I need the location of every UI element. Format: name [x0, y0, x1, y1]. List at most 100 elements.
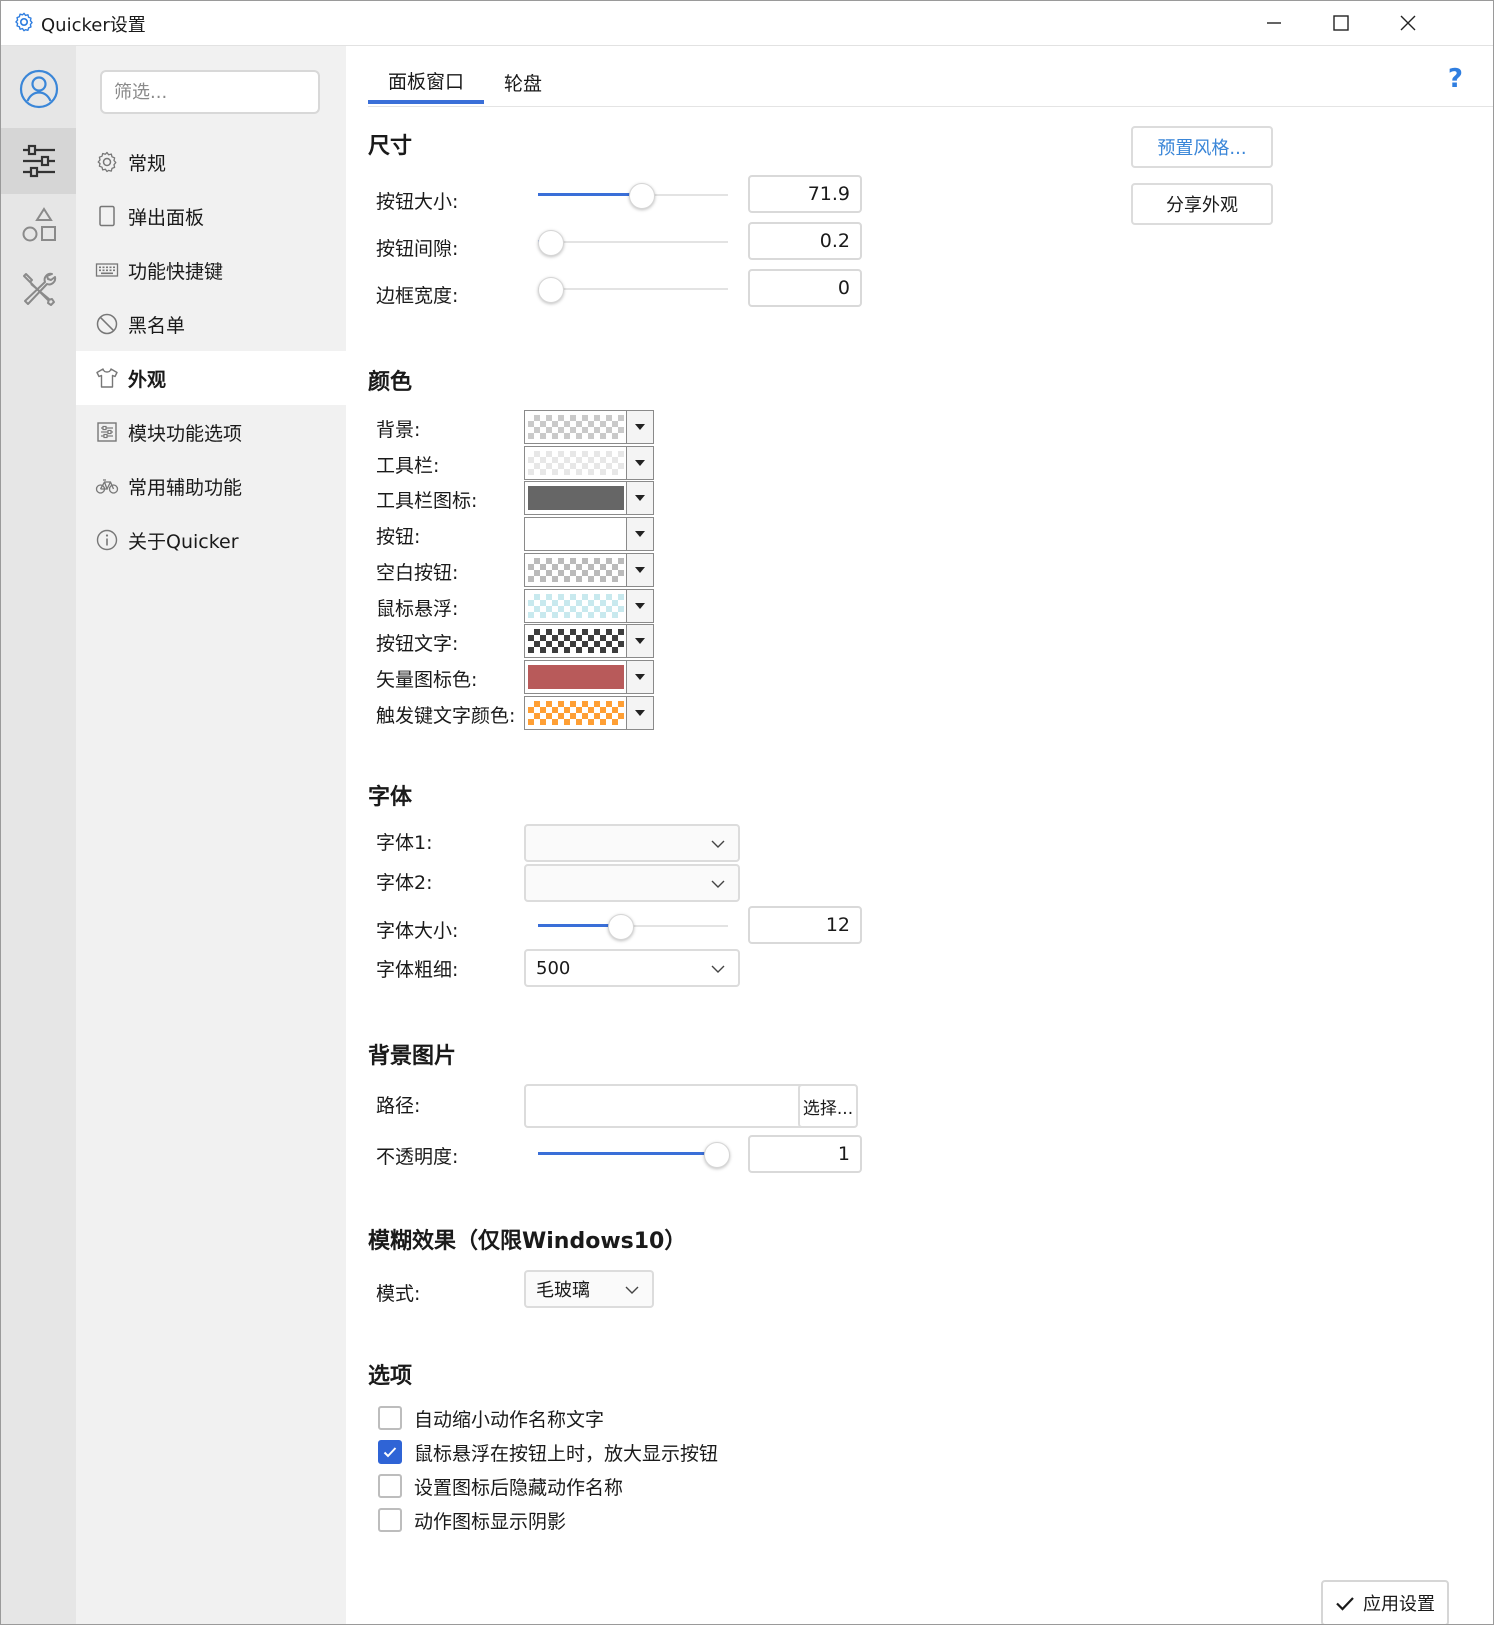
rail-item-account[interactable] — [1, 56, 76, 122]
nav-item-helpers[interactable]: 常用辅助功能 — [76, 459, 346, 513]
checkbox[interactable] — [378, 1440, 402, 1464]
blur-mode-select[interactable]: 毛玻璃 — [524, 1270, 654, 1308]
slider-thumb[interactable] — [538, 277, 564, 303]
opacity-label: 不透明度: — [376, 1146, 459, 1168]
slider-thumb[interactable] — [704, 1142, 730, 1168]
tab-wheel[interactable]: 轮盘 — [484, 60, 562, 104]
color-picker[interactable] — [524, 624, 654, 658]
dropdown-arrow[interactable] — [626, 554, 653, 586]
color-picker[interactable] — [524, 660, 654, 694]
checkbox[interactable] — [378, 1406, 402, 1430]
nav-item-popup-panel[interactable]: 弹出面板 — [76, 189, 346, 243]
color-picker[interactable] — [524, 696, 654, 730]
help-icon[interactable]: ? — [1448, 64, 1463, 94]
color-swatch — [528, 558, 624, 582]
nav-item-label: 弹出面板 — [128, 206, 205, 229]
opacity-field[interactable] — [748, 1135, 862, 1173]
apply-settings-button[interactable]: 应用设置 — [1321, 1580, 1449, 1624]
checkbox[interactable] — [378, 1474, 402, 1498]
bicycle-icon — [95, 479, 119, 494]
caret-down-icon — [635, 603, 645, 609]
caret-down-icon — [635, 710, 645, 716]
color-picker[interactable] — [524, 446, 654, 480]
slider-thumb[interactable] — [608, 914, 634, 940]
nav-item-module-options[interactable]: 模块功能选项 — [76, 405, 346, 459]
rail-item-settings[interactable] — [1, 128, 76, 194]
color-picker[interactable] — [524, 410, 654, 444]
preset-style-button[interactable]: 预置风格... — [1131, 126, 1273, 168]
section-title-font: 字体 — [368, 785, 413, 810]
option-checkbox-row[interactable]: 设置图标后隐藏动作名称 — [378, 1471, 623, 1501]
maximize-icon — [1333, 15, 1349, 31]
font1-select[interactable] — [524, 824, 740, 862]
font-size-label: 字体大小: — [376, 920, 459, 942]
color-picker[interactable] — [524, 589, 654, 623]
color-label: 按钮: — [376, 526, 421, 548]
font-weight-label: 字体粗细: — [376, 959, 459, 981]
caret-down-icon — [635, 531, 645, 537]
section-title-colors: 颜色 — [368, 370, 413, 395]
color-label: 工具栏图标: — [376, 490, 478, 512]
color-swatch — [528, 701, 624, 725]
chevron-down-icon — [625, 1286, 639, 1294]
font-weight-select[interactable]: 500 — [524, 949, 740, 987]
opacity-slider[interactable] — [538, 1139, 730, 1169]
keyboard-icon — [95, 263, 119, 277]
slider-thumb[interactable] — [629, 183, 655, 209]
user-avatar-icon — [19, 69, 58, 109]
color-swatch — [528, 451, 624, 475]
section-title-bg-image: 背景图片 — [368, 1044, 457, 1069]
dropdown-arrow[interactable] — [626, 697, 653, 729]
option-checkbox-row[interactable]: 自动缩小动作名称文字 — [378, 1403, 604, 1433]
option-label: 自动缩小动作名称文字 — [414, 1408, 605, 1431]
nav-item-about[interactable]: 关于Quicker — [76, 513, 346, 567]
nav-item-blacklist[interactable]: 黑名单 — [76, 297, 346, 351]
font2-select[interactable] — [524, 864, 740, 902]
color-swatch — [528, 415, 624, 439]
option-checkbox-row[interactable]: 鼠标悬浮在按钮上时，放大显示按钮 — [378, 1437, 718, 1467]
minimize-button[interactable] — [1239, 1, 1309, 45]
dropdown-arrow[interactable] — [626, 518, 653, 550]
color-swatch — [528, 629, 624, 653]
bg-path-input[interactable] — [524, 1084, 814, 1128]
panel-icon — [99, 205, 115, 227]
dropdown-arrow[interactable] — [626, 411, 653, 443]
icon-rail — [1, 46, 76, 1624]
checkbox[interactable] — [378, 1508, 402, 1532]
button-gap-field[interactable] — [748, 222, 862, 260]
button-size-slider[interactable] — [538, 180, 728, 210]
color-picker[interactable] — [524, 517, 654, 551]
slider-fill — [538, 193, 641, 196]
button-gap-slider[interactable] — [538, 227, 728, 257]
filter-input[interactable] — [100, 70, 320, 114]
caret-down-icon — [635, 638, 645, 644]
button-size-field[interactable] — [748, 175, 862, 213]
color-swatch — [528, 522, 626, 548]
border-width-slider[interactable] — [538, 274, 728, 304]
dropdown-arrow[interactable] — [626, 625, 653, 657]
choose-file-button[interactable]: 选择... — [798, 1084, 858, 1128]
dropdown-arrow[interactable] — [626, 482, 653, 514]
nav-item-general[interactable]: 常规 — [76, 135, 346, 189]
slider-thumb[interactable] — [538, 230, 564, 256]
option-checkbox-row[interactable]: 动作图标显示阴影 — [378, 1505, 566, 1535]
maximize-button[interactable] — [1306, 1, 1376, 45]
color-picker[interactable] — [524, 481, 654, 515]
nav-item-label: 关于Quicker — [128, 530, 239, 553]
close-button[interactable] — [1373, 1, 1443, 45]
rail-item-tools[interactable] — [1, 256, 76, 322]
gear-icon — [15, 12, 33, 32]
dropdown-arrow[interactable] — [626, 447, 653, 479]
title-bar[interactable]: Quicker设置 — [1, 1, 1493, 46]
nav-item-hotkeys[interactable]: 功能快捷键 — [76, 243, 346, 297]
dropdown-arrow[interactable] — [626, 661, 653, 693]
rail-item-modules[interactable] — [1, 192, 76, 258]
dropdown-arrow[interactable] — [626, 590, 653, 622]
tab-panel-window[interactable]: 面板窗口 — [368, 60, 485, 104]
border-width-field[interactable] — [748, 269, 862, 307]
nav-item-appearance[interactable]: 外观 — [76, 351, 346, 405]
share-appearance-button[interactable]: 分享外观 — [1131, 183, 1273, 225]
color-picker[interactable] — [524, 553, 654, 587]
font-size-slider[interactable] — [538, 911, 728, 941]
font-size-field[interactable] — [748, 906, 862, 944]
